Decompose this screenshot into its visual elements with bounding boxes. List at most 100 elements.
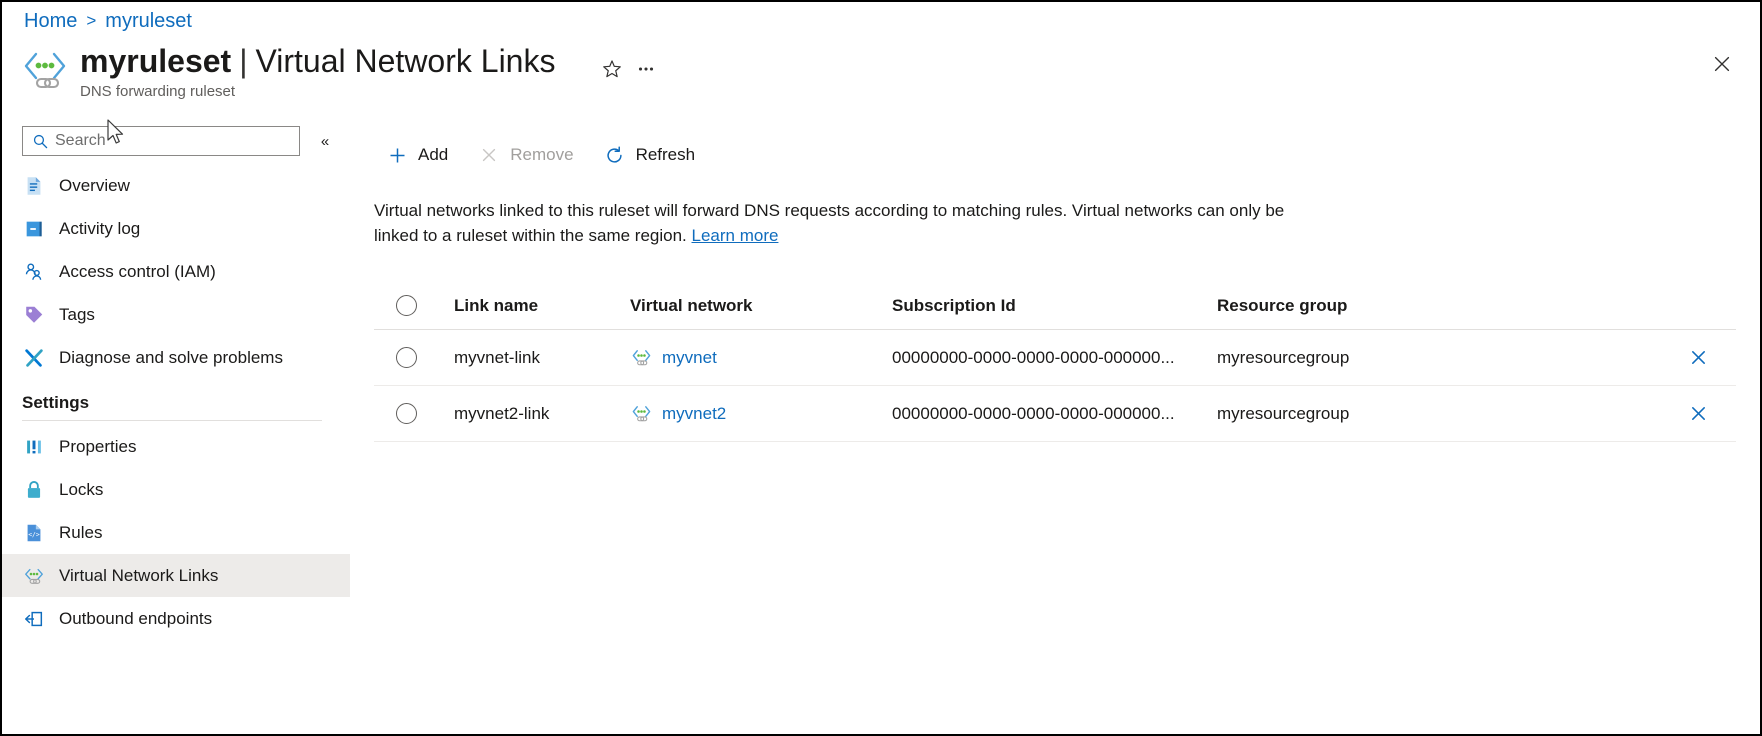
column-header-link-name[interactable]: Link name bbox=[454, 296, 630, 316]
radio-unchecked-icon[interactable] bbox=[396, 403, 417, 424]
breadcrumb-current[interactable]: myruleset bbox=[105, 10, 192, 33]
cell-subscription-id: 00000000-0000-0000-0000-000000... bbox=[892, 347, 1175, 367]
description-body: Virtual networks linked to this ruleset … bbox=[374, 201, 1285, 245]
sidebar-item-label: Access control (IAM) bbox=[59, 261, 216, 281]
column-header-resource-group[interactable]: Resource group bbox=[1217, 296, 1660, 316]
title-actions bbox=[595, 52, 663, 86]
sidebar-item-label: Outbound endpoints bbox=[59, 608, 213, 628]
virtual-network-link-icon bbox=[22, 564, 46, 588]
dns-forwarding-ruleset-icon bbox=[22, 46, 68, 96]
command-bar: Add Remove Refresh bbox=[350, 130, 1760, 180]
table-header-row: Link name Virtual network Subscription I… bbox=[374, 282, 1736, 330]
ellipsis-icon[interactable] bbox=[629, 52, 663, 86]
cell-link-name: myvnet2-link bbox=[454, 403, 550, 423]
cell-subscription-id: 00000000-0000-0000-0000-000000... bbox=[892, 403, 1175, 423]
page-title-row: myruleset | Virtual Network Links DNS fo… bbox=[22, 42, 663, 112]
page-title-resource: myruleset bbox=[80, 43, 232, 79]
access-control-people-icon bbox=[22, 260, 46, 284]
sidebar-item-label: Locks bbox=[59, 479, 104, 499]
properties-bars-icon bbox=[22, 435, 46, 459]
rules-code-file-icon: </> bbox=[22, 521, 46, 545]
search-input[interactable] bbox=[55, 132, 280, 150]
sidebar-item-access-control[interactable]: Access control (IAM) bbox=[2, 250, 350, 293]
cell-resource-group: myresourcegroup bbox=[1217, 403, 1350, 423]
sidebar-group-settings: Settings bbox=[22, 393, 90, 412]
radio-unchecked-icon[interactable] bbox=[396, 295, 417, 316]
column-header-virtual-network[interactable]: Virtual network bbox=[630, 296, 892, 316]
svg-text:</>: </> bbox=[28, 530, 40, 538]
sidebar-search-row: « bbox=[2, 118, 350, 158]
breadcrumb: Home > myruleset bbox=[24, 8, 192, 34]
remove-button-label: Remove bbox=[510, 145, 574, 164]
refresh-button[interactable]: Refresh bbox=[592, 136, 708, 174]
refresh-icon bbox=[604, 144, 626, 166]
lock-icon bbox=[22, 478, 46, 502]
delete-x-icon[interactable] bbox=[1682, 342, 1714, 374]
sidebar-item-diagnose[interactable]: Diagnose and solve problems bbox=[2, 336, 350, 379]
chevron-double-left-icon[interactable]: « bbox=[312, 128, 338, 154]
page-title-section: Virtual Network Links bbox=[255, 43, 556, 79]
sidebar: « Overview bbox=[2, 118, 350, 734]
sidebar-item-label: Virtual Network Links bbox=[59, 565, 219, 585]
breadcrumb-separator-icon: > bbox=[86, 11, 97, 30]
search-box[interactable] bbox=[22, 126, 301, 156]
virtual-network-links-table: Link name Virtual network Subscription I… bbox=[374, 282, 1736, 442]
sidebar-item-label: Rules bbox=[59, 522, 103, 542]
sidebar-item-activity-log[interactable]: Activity log bbox=[2, 207, 350, 250]
virtual-network-icon bbox=[630, 347, 654, 369]
sidebar-item-locks[interactable]: Locks bbox=[2, 468, 350, 511]
sidebar-item-label: Diagnose and solve problems bbox=[59, 347, 283, 367]
cell-virtual-network: myvnet bbox=[630, 347, 892, 369]
virtual-network-icon bbox=[630, 403, 654, 425]
overview-document-icon bbox=[22, 174, 46, 198]
diagnose-wrench-icon bbox=[22, 346, 46, 370]
plus-icon bbox=[386, 144, 408, 166]
virtual-network-link[interactable]: myvnet2 bbox=[662, 404, 726, 424]
add-button-label: Add bbox=[418, 145, 449, 164]
add-button[interactable]: Add bbox=[374, 136, 460, 174]
cell-virtual-network: myvnet2 bbox=[630, 403, 892, 425]
description-text: Virtual networks linked to this ruleset … bbox=[374, 198, 1319, 248]
close-icon[interactable] bbox=[1704, 46, 1740, 82]
sidebar-item-tags[interactable]: Tags bbox=[2, 293, 350, 336]
delete-x-icon[interactable] bbox=[1682, 398, 1714, 430]
page-subtitle: DNS forwarding ruleset bbox=[80, 83, 236, 100]
cross-icon bbox=[478, 144, 500, 166]
star-icon[interactable] bbox=[595, 52, 629, 86]
cell-resource-group: myresourcegroup bbox=[1217, 347, 1350, 367]
row-select-cell bbox=[374, 347, 454, 368]
tag-icon bbox=[22, 303, 46, 327]
sidebar-item-label: Tags bbox=[59, 304, 95, 324]
sidebar-divider bbox=[22, 420, 322, 421]
page-title: myruleset | Virtual Network Links bbox=[80, 42, 555, 80]
learn-more-link[interactable]: Learn more bbox=[692, 226, 779, 245]
outbound-endpoint-icon bbox=[22, 607, 46, 631]
breadcrumb-home[interactable]: Home bbox=[24, 10, 77, 33]
row-delete-cell bbox=[1660, 342, 1736, 374]
main-content: Add Remove Refresh Virtual networks link… bbox=[350, 118, 1760, 734]
radio-unchecked-icon[interactable] bbox=[396, 347, 417, 368]
cell-link-name: myvnet-link bbox=[454, 347, 540, 367]
sidebar-item-label: Overview bbox=[59, 175, 130, 195]
column-header-subscription-id[interactable]: Subscription Id bbox=[892, 296, 1217, 316]
azure-portal-blade: Home > myruleset myruleset | Virtual Net… bbox=[0, 0, 1762, 736]
sidebar-item-properties[interactable]: Properties bbox=[2, 425, 350, 468]
table-row[interactable]: myvnet-link myvnet 00000000-0000-0000-00… bbox=[374, 330, 1736, 386]
page-title-divider: | bbox=[239, 43, 248, 79]
refresh-button-label: Refresh bbox=[635, 145, 696, 164]
select-all-cell bbox=[374, 295, 454, 316]
page-title-text: myruleset | Virtual Network Links DNS fo… bbox=[80, 42, 555, 100]
sidebar-item-virtual-network-links[interactable]: Virtual Network Links bbox=[2, 554, 350, 597]
row-delete-cell bbox=[1660, 398, 1736, 430]
sidebar-nav-list: Overview Activity log Access control (IA… bbox=[2, 164, 350, 640]
sidebar-item-label: Properties bbox=[59, 436, 137, 456]
sidebar-item-outbound-endpoints[interactable]: Outbound endpoints bbox=[2, 597, 350, 640]
search-icon bbox=[32, 133, 49, 150]
table-row[interactable]: myvnet2-link myvnet2 00000000-0000-0000-… bbox=[374, 386, 1736, 442]
sidebar-item-label: Activity log bbox=[59, 218, 141, 238]
sidebar-item-overview[interactable]: Overview bbox=[2, 164, 350, 207]
remove-button[interactable]: Remove bbox=[466, 136, 585, 174]
row-select-cell bbox=[374, 403, 454, 424]
sidebar-item-rules[interactable]: </> Rules bbox=[2, 511, 350, 554]
virtual-network-link[interactable]: myvnet bbox=[662, 348, 717, 368]
